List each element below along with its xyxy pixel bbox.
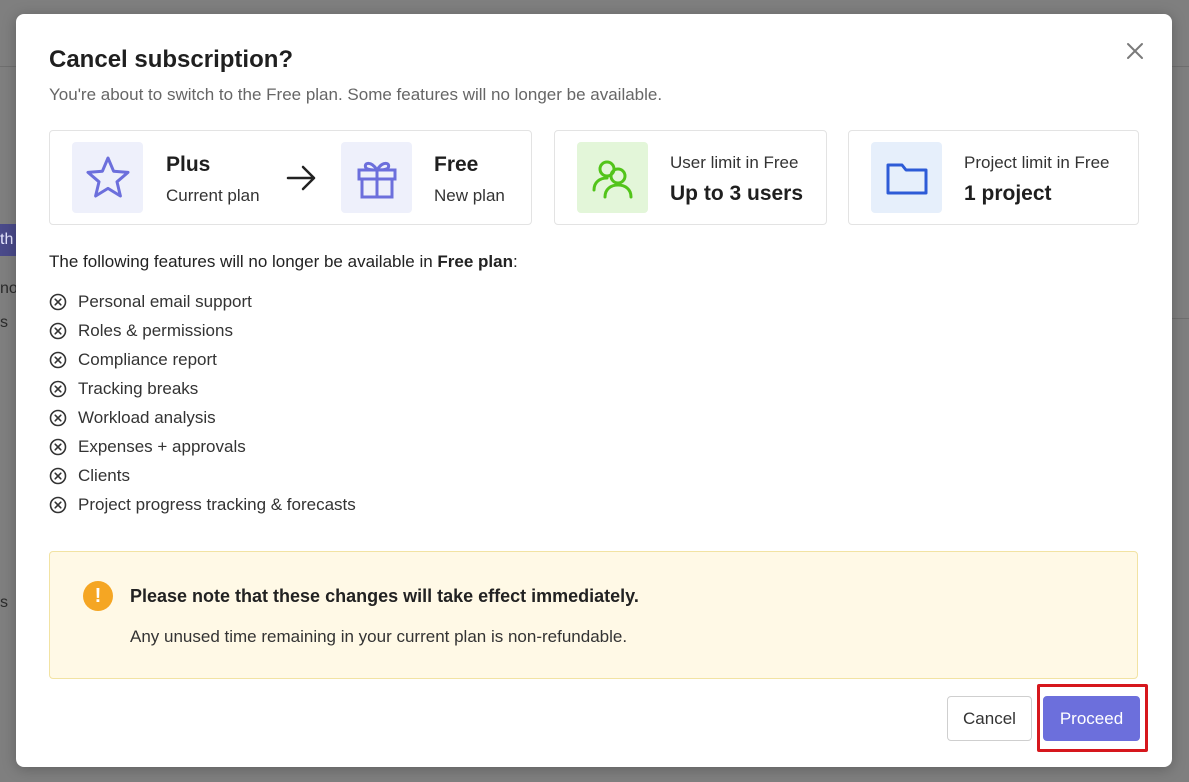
cancel-button[interactable]: Cancel [947,696,1032,741]
background-text: th [0,231,14,248]
feature-label: Clients [78,465,130,485]
x-circle-icon [49,380,67,397]
current-plan-name: Plus [166,153,211,176]
background-divider [0,66,16,67]
star-icon [72,142,143,213]
feature-item: Workload analysis [49,403,356,432]
project-limit-value: 1 project [964,182,1052,205]
notice-banner: ! Please note that these changes will ta… [49,551,1138,679]
close-icon[interactable] [1124,40,1146,62]
feature-item: Clients [49,461,356,490]
notice-body: Any unused time remaining in your curren… [130,627,628,646]
x-circle-icon [49,409,67,426]
users-icon [577,142,648,213]
feature-label: Roles & permissions [78,320,233,340]
feature-item: Compliance report [49,345,356,374]
arrow-right-icon [286,164,318,197]
x-circle-icon [49,467,67,484]
feature-item: Project progress tracking & forecasts [49,490,356,519]
dialog-title: Cancel subscription? [49,46,294,73]
removed-features-list: Personal email support Roles & permission… [49,287,356,519]
feature-label: Expenses + approvals [78,436,246,456]
features-intro-suffix: : [513,252,518,271]
feature-label: Project progress tracking & forecasts [78,494,356,514]
notice-title: Please note that these changes will take… [130,586,639,606]
features-intro-plan: Free plan [437,252,513,271]
project-limit-card: Project limit in Free 1 project [848,130,1139,225]
background-text: s [0,594,8,611]
folder-icon [871,142,942,213]
background-text: s [0,314,8,331]
plan-change-card: Plus Current plan Free New plan [49,130,532,225]
proceed-button[interactable]: Proceed [1043,696,1140,741]
user-limit-card: User limit in Free Up to 3 users [554,130,827,225]
feature-item: Roles & permissions [49,316,356,345]
new-plan-label: New plan [434,186,505,205]
features-intro-text: The following features will no longer be… [49,252,438,271]
feature-item: Personal email support [49,287,356,316]
feature-label: Compliance report [78,349,217,369]
x-circle-icon [49,293,67,310]
x-circle-icon [49,322,67,339]
x-circle-icon [49,496,67,513]
x-circle-icon [49,438,67,455]
feature-label: Tracking breaks [78,378,199,398]
feature-item: Tracking breaks [49,374,356,403]
user-limit-value: Up to 3 users [670,182,804,205]
feature-item: Expenses + approvals [49,432,356,461]
gift-icon [341,142,412,213]
feature-label: Personal email support [78,291,252,311]
project-limit-label: Project limit in Free [964,153,1110,172]
current-plan-label: Current plan [166,186,260,205]
warning-icon: ! [83,581,113,611]
x-circle-icon [49,351,67,368]
dialog-subtitle: You're about to switch to the Free plan.… [49,85,663,104]
features-intro: The following features will no longer be… [49,252,518,272]
new-plan-name: Free [434,153,479,176]
cancel-subscription-dialog: Cancel subscription? You're about to swi… [16,14,1172,767]
background-divider [1172,66,1189,67]
background-divider [1172,318,1189,319]
feature-label: Workload analysis [78,407,216,427]
user-limit-label: User limit in Free [670,153,799,172]
